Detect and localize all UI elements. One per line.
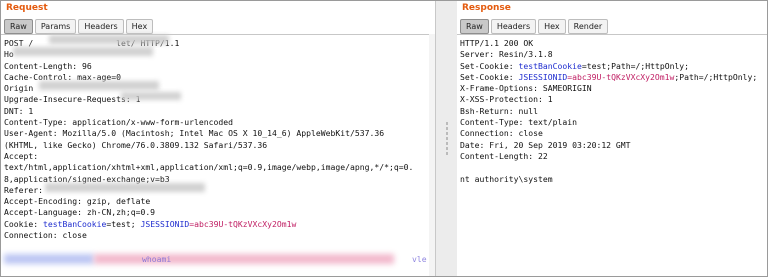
splitter-grip-icon (446, 121, 448, 155)
response-line: Date: Fri, 20 Sep 2019 03:20:12 GMT (460, 139, 631, 150)
cookie-prefix: Cookie: (4, 218, 43, 229)
request-editor[interactable]: POST / let/ HTTP/1.1 Ho Content-Length: … (1, 34, 435, 276)
response-tab-render[interactable]: Render (567, 19, 609, 34)
redaction (39, 81, 159, 90)
payload-tail: vle (412, 254, 427, 265)
response-tab-hex[interactable]: Hex (538, 19, 566, 34)
response-line: X-Frame-Options: SAMEORIGIN (460, 83, 592, 94)
pane-splitter[interactable] (435, 1, 459, 276)
response-tabs: Raw Headers Hex Render (460, 19, 610, 34)
redaction (45, 183, 205, 192)
cookie-value: =test; (106, 218, 136, 229)
set-cookie-prefix: Set-Cookie: (460, 71, 519, 82)
response-set-cookie-line: Set-Cookie: testBanCookie=test;Path=/;Ht… (460, 61, 764, 72)
request-line: User-Agent: Mozilla/5.0 (Macintosh; Inte… (4, 128, 385, 139)
payload-command: whoami (142, 254, 172, 265)
response-tab-headers[interactable]: Headers (490, 19, 537, 34)
request-line: text/html,application/xhtml+xml,applicat… (4, 162, 414, 173)
response-line: Content-Length: 22 (460, 150, 548, 161)
response-line: X-XSS-Protection: 1 (460, 94, 553, 105)
redaction (121, 92, 181, 100)
response-blank-line (460, 162, 764, 173)
request-line: (KHTML, like Gecko) Chrome/76.0.3809.132… (4, 139, 268, 150)
request-cookie-line: Cookie: testBanCookie=test; JSESSIONID=a… (4, 219, 432, 230)
redaction (4, 254, 94, 265)
request-tab-hex[interactable]: Hex (125, 19, 154, 34)
request-tabs: Raw Params Headers Hex (4, 19, 155, 34)
request-line: DNT: 1 (4, 105, 34, 116)
request-title: Request (6, 3, 48, 13)
response-line: Bsh-Return: null (460, 105, 538, 116)
redaction (13, 47, 153, 56)
request-line: Connection: close (4, 230, 87, 241)
request-line: Accept-Encoding: gzip, deflate (4, 196, 151, 207)
response-pane: Response Raw Headers Hex Render HTTP/1.1… (457, 1, 767, 276)
request-line: Upgrade-Insecure-Requests: 1 (4, 94, 141, 105)
request-line: Content-Type: application/x-www-form-url… (4, 117, 234, 128)
redaction (49, 35, 169, 44)
request-line: Content-Length: 96 (4, 60, 92, 71)
request-line: Accept-Language: zh-CN,zh;q=0.9 (4, 207, 156, 218)
response-tab-raw[interactable]: Raw (460, 19, 489, 34)
cookie-key: testBanCookie (42, 218, 107, 229)
response-line: Content-Type: text/plain (460, 117, 577, 128)
request-line: Accept: (4, 150, 39, 161)
response-body: nt authority\system (460, 173, 553, 184)
cookie-key: JSESSIONID (135, 218, 190, 229)
cookie-attrs: ;Path=/;HttpOnly; (674, 71, 758, 82)
cookie-attrs: ;Path=/;HttpOnly; (606, 60, 690, 71)
response-viewer[interactable]: HTTP/1.1 200 OK Server: Resin/3.1.8 Set-… (457, 34, 767, 276)
response-set-cookie-line: Set-Cookie: JSESSIONID=abc39U-tQKzVXcXy2… (460, 72, 764, 83)
request-tab-raw[interactable]: Raw (4, 19, 33, 34)
response-title: Response (462, 3, 511, 13)
redaction (94, 254, 394, 265)
burp-repeater-window: Request Raw Params Headers Hex POST / le… (0, 0, 768, 277)
cookie-value: =abc39U-tQKzVXcXy2Om1w (189, 218, 297, 229)
set-cookie-prefix: Set-Cookie: (460, 60, 519, 71)
response-line: Server: Resin/3.1.8 (460, 49, 553, 60)
cookie-value: =test (581, 60, 607, 71)
request-tab-params[interactable]: Params (34, 19, 77, 34)
request-tab-headers[interactable]: Headers (78, 19, 124, 34)
cookie-key: JSESSIONID (518, 71, 568, 82)
cookie-value: =abc39U-tQKzVXcXy2Om1w (567, 71, 675, 82)
response-status-line: HTTP/1.1 200 OK (460, 38, 534, 48)
cookie-key: testBanCookie (518, 60, 582, 71)
request-body-payload: whoami vle (4, 252, 432, 266)
response-line: Connection: close (460, 128, 543, 139)
request-pane: Request Raw Params Headers Hex POST / le… (1, 1, 435, 276)
